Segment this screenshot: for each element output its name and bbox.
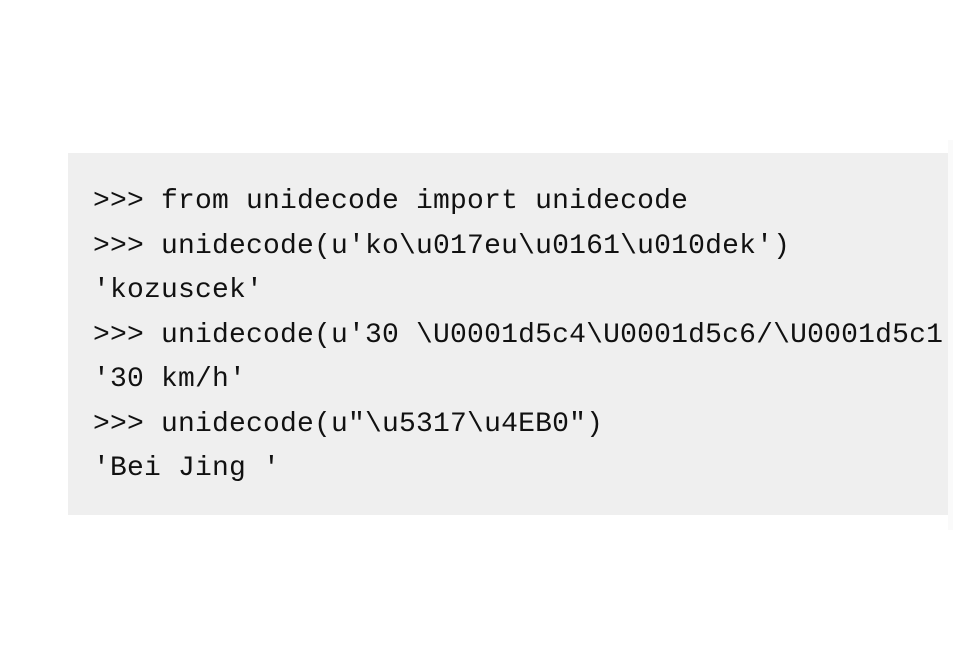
code-line-call-kmh: >>> unidecode(u'30 \U0001d5c4\U0001d5c6/… — [93, 320, 948, 351]
right-edge-divider — [948, 140, 953, 530]
code-line-call-beijing: >>> unidecode(u"\u5317\u4EB0") — [93, 409, 604, 440]
code-block: >>> from unidecode import unidecode >>> … — [68, 153, 948, 515]
page: >>> from unidecode import unidecode >>> … — [0, 0, 953, 667]
code-line-output-kozuscek: 'kozuscek' — [93, 275, 264, 306]
code-line-import: >>> from unidecode import unidecode — [93, 186, 689, 217]
code-line-output-kmh: '30 km/h' — [93, 364, 247, 395]
code-line-call-kozuscek: >>> unidecode(u'ko\u017eu\u0161\u010dek'… — [93, 231, 791, 262]
code-line-output-beijing: 'Bei Jing ' — [93, 453, 281, 484]
